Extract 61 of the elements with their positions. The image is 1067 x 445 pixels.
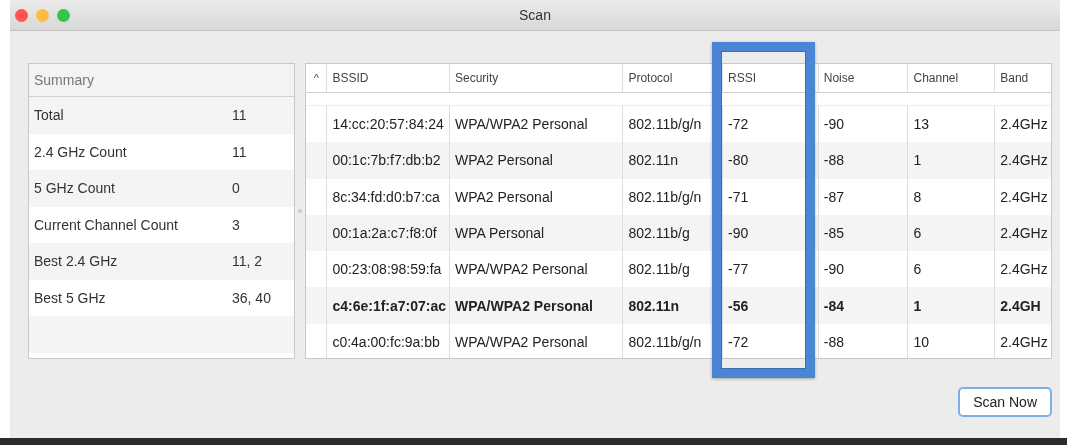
window-title: Scan	[518, 7, 552, 23]
table-cell: 6	[907, 214, 995, 252]
table-cell: WPA/WPA2 Personal	[449, 323, 623, 358]
table-cell: 00:1a:2a:c7:f8:0f	[326, 214, 449, 252]
table-cell: WPA/WPA2 Personal	[449, 287, 623, 324]
minimize-button[interactable]	[36, 8, 49, 22]
table-cell: c4:6e:1f:a7:07:ac	[326, 287, 449, 324]
table-cell: 802.11b/g	[622, 214, 723, 252]
table-cell: -71	[722, 178, 818, 215]
table-cell: 00:1c:7b:f7:db:b2	[326, 142, 449, 179]
table-cell: 1	[907, 142, 995, 179]
summary-label: 5 GHz Count	[34, 180, 116, 197]
summary-value: 11, 2	[232, 253, 263, 270]
table-cell: c0:4a:00:fc:9a:bb	[326, 323, 449, 358]
column-header[interactable]: Noise	[817, 64, 908, 92]
table-cell: 2.4GHz	[994, 214, 1051, 252]
summary-label: Total	[34, 107, 65, 124]
table-cell: -85	[817, 214, 908, 252]
table-cell: 802.11n	[622, 287, 723, 324]
column-header[interactable]: Protocol	[622, 64, 723, 92]
table-cell: 2.4GHz	[994, 142, 1051, 179]
table-cell: -84	[817, 287, 908, 324]
table-cell: WPA Personal	[449, 214, 623, 252]
summary-value: 36, 40	[232, 289, 271, 306]
zoom-button[interactable]	[57, 8, 70, 22]
summary-label: Best 5 GHz	[34, 289, 107, 306]
table-cell: WPA2 Personal	[449, 142, 623, 179]
column-header[interactable]: Band	[994, 64, 1051, 92]
column-header[interactable]: RSSI	[722, 64, 818, 92]
table-cell: -56	[722, 287, 818, 324]
summary-label: Current Channel Count	[34, 216, 179, 233]
table-cell: 802.11b/g/n	[622, 178, 723, 215]
summary-value: 11	[232, 143, 247, 160]
summary-value: 0	[232, 180, 240, 197]
table-cell: 2.4GHz	[994, 323, 1051, 358]
summary-value: 3	[232, 216, 240, 233]
table-cell: -87	[817, 178, 908, 215]
sort-indicator[interactable]: ^	[306, 72, 327, 84]
summary-label: Best 2.4 GHz	[34, 253, 119, 270]
summary-title: Summary	[34, 72, 94, 88]
table-cell: WPA2 Personal	[449, 178, 623, 215]
column-header[interactable]: Channel	[907, 64, 995, 92]
table-cell: 2.4GH	[994, 287, 1051, 324]
table-cell: -72	[722, 323, 818, 358]
table-cell: 802.11n	[622, 142, 723, 179]
table-cell: -80	[722, 142, 818, 179]
table-cell: 2.4GHz	[994, 178, 1051, 215]
summary-value: 11	[232, 107, 247, 124]
table-cell: 1	[907, 287, 995, 324]
column-header[interactable]: BSSID	[326, 64, 449, 92]
column-header[interactable]: Security	[449, 64, 623, 92]
table-cell: 10	[907, 323, 995, 358]
table-cell: -88	[817, 142, 908, 179]
scan-now-button[interactable]: Scan Now	[958, 387, 1052, 417]
table-cell: 8c:34:fd:d0:b7:ca	[326, 178, 449, 215]
table-cell: -90	[722, 214, 818, 252]
table-cell: 802.11b/g/n	[622, 323, 723, 358]
table-cell: -88	[817, 323, 908, 358]
summary-label: 2.4 GHz Count	[34, 143, 128, 160]
close-button[interactable]	[15, 8, 28, 22]
table-cell: 8	[907, 178, 995, 215]
